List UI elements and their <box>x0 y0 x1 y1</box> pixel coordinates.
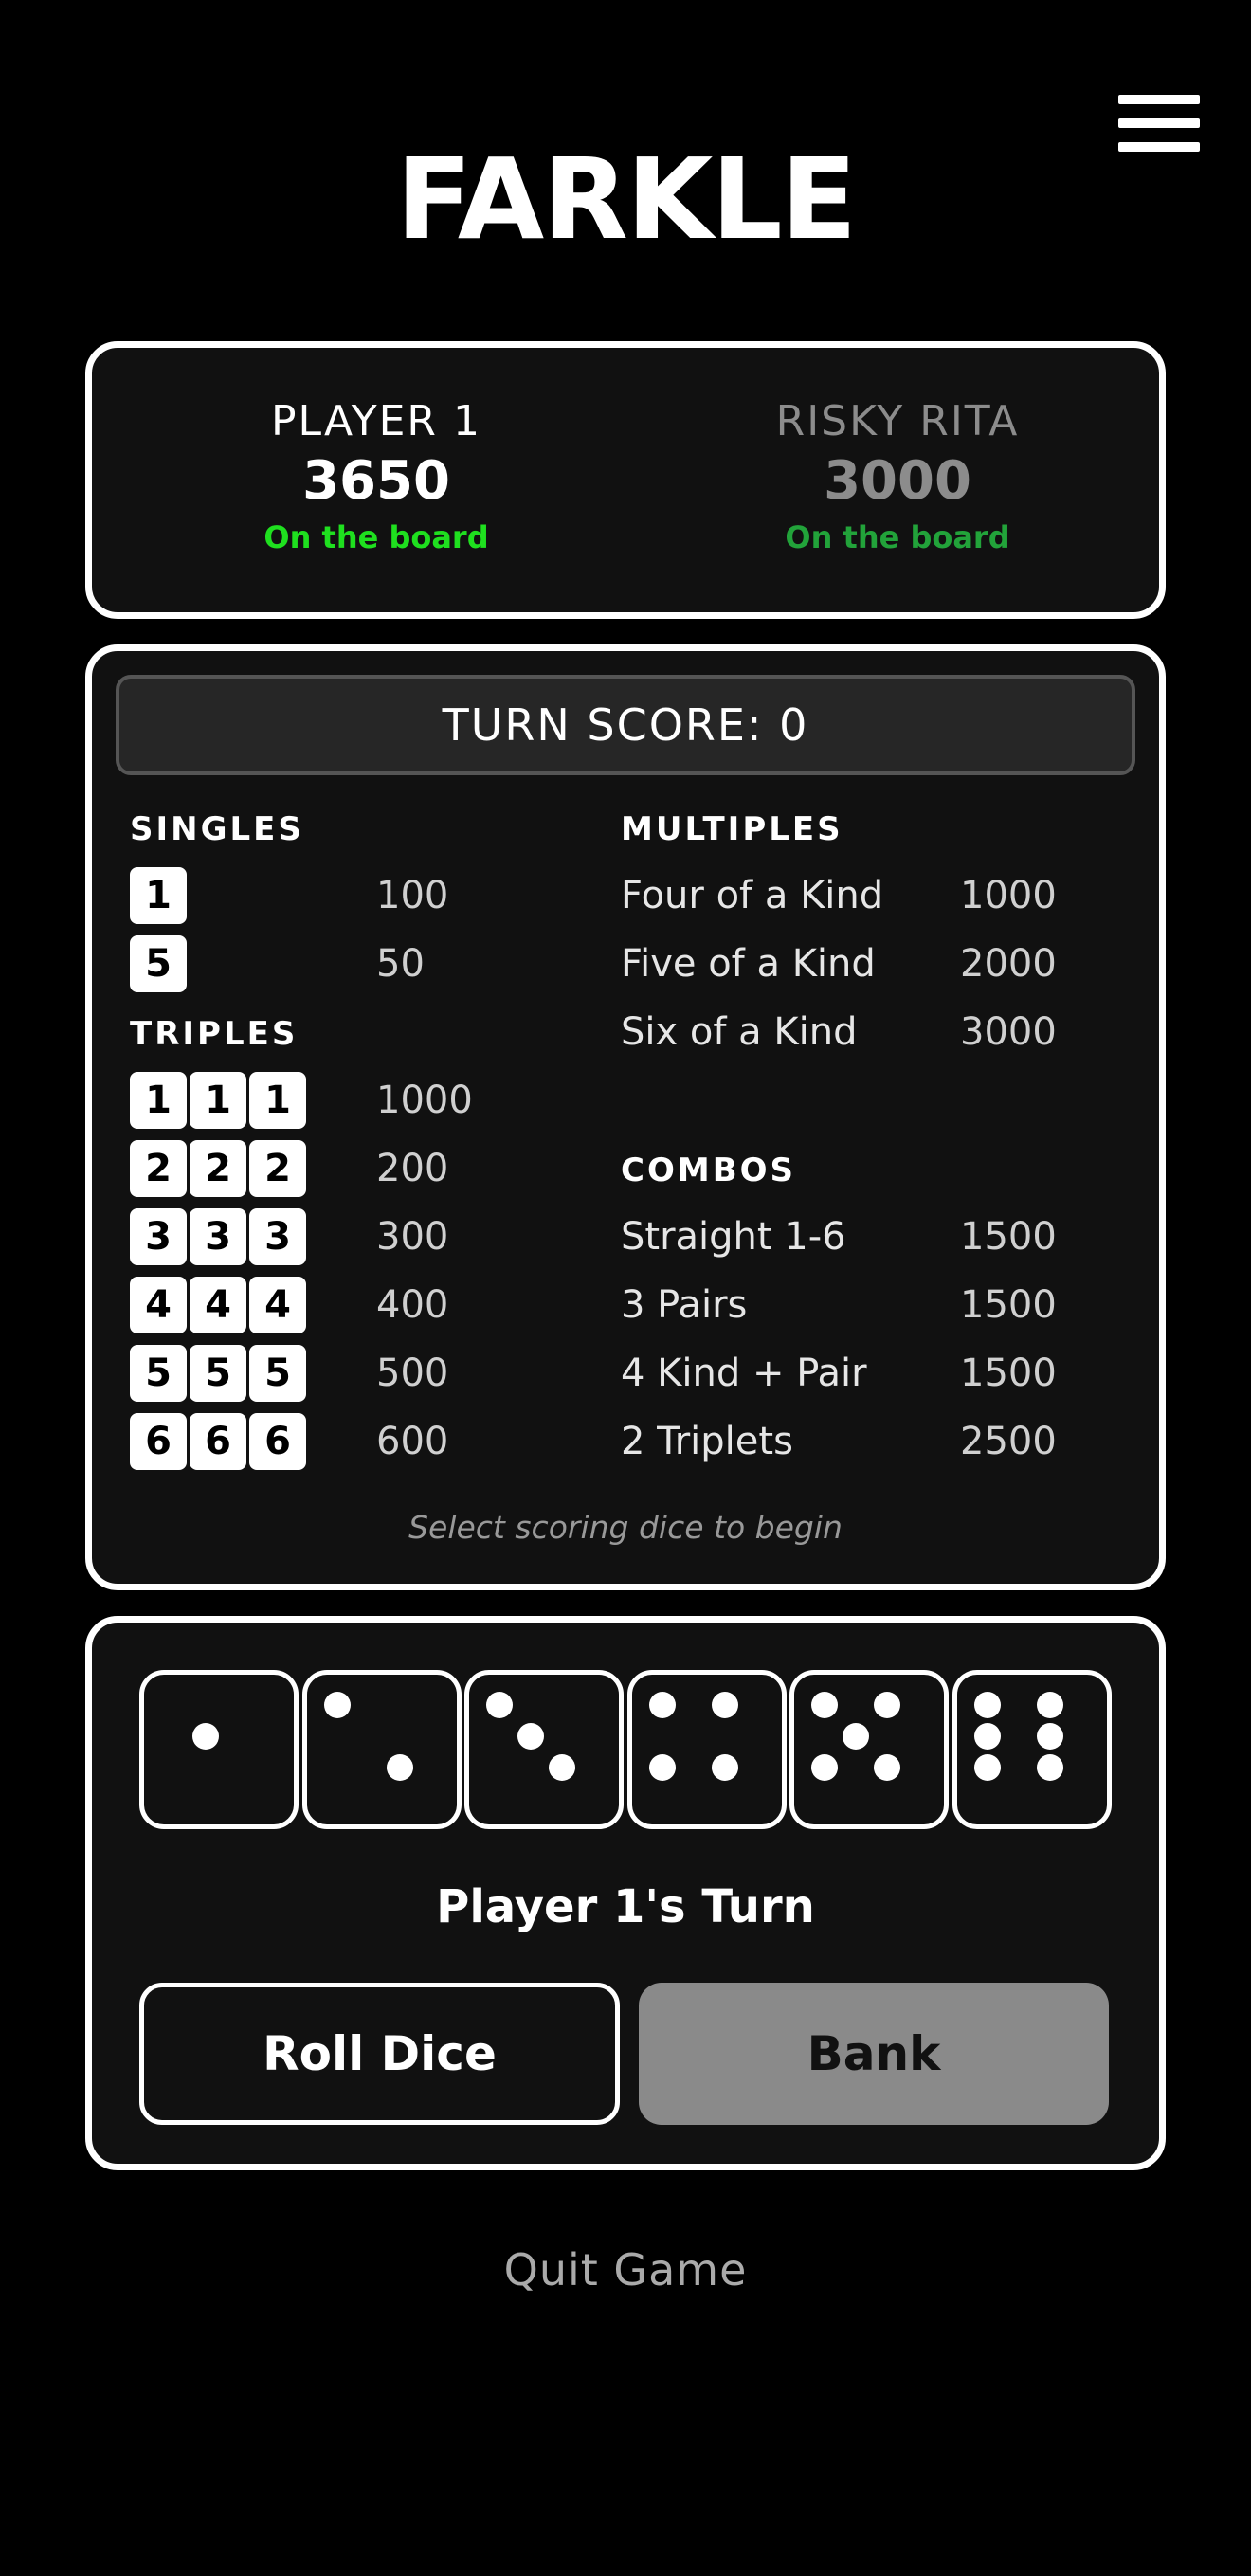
die-pip <box>874 1692 900 1718</box>
scoring-hint: Select scoring dice to begin <box>408 1509 843 1546</box>
score-die-face: 5 <box>130 1345 187 1402</box>
die-1[interactable] <box>139 1670 299 1829</box>
triples-points: 1000 <box>376 1079 473 1122</box>
combos-label: 2 Triplets <box>621 1420 793 1463</box>
die-4[interactable] <box>626 1670 787 1829</box>
score-die-face: 2 <box>249 1140 306 1197</box>
combos-points: 1500 <box>960 1283 1057 1327</box>
combos-label: 3 Pairs <box>621 1283 748 1327</box>
score-die-face: 1 <box>130 867 187 924</box>
triples-points: 500 <box>376 1351 449 1395</box>
score-die-face: 4 <box>190 1277 246 1333</box>
die-pip <box>549 1754 575 1781</box>
score-die-face: 4 <box>130 1277 187 1333</box>
turn-score: TURN SCORE: 0 <box>116 675 1135 775</box>
die-pip <box>874 1754 900 1781</box>
die-pip <box>517 1723 544 1750</box>
player-1-name: PLAYER 1 <box>271 397 481 445</box>
scoring-guide-panel: TURN SCORE: 0 SINGLES TRIPLES MULTIPLES … <box>85 644 1166 1590</box>
score-die-face: 2 <box>130 1140 187 1197</box>
die-pip <box>1036 1692 1063 1718</box>
die-pip <box>973 1723 1001 1750</box>
die-pip <box>386 1754 413 1781</box>
triples-heading: TRIPLES <box>130 1015 299 1053</box>
score-die-face: 3 <box>249 1208 306 1265</box>
player-1-status: On the board <box>263 519 489 555</box>
triples-points: 300 <box>376 1215 449 1259</box>
dice-panel: Player 1's Turn Roll Dice Bank <box>85 1616 1166 2170</box>
combos-label: 4 Kind + Pair <box>621 1351 867 1395</box>
player-1-score: 3650 <box>302 450 450 512</box>
multiples-label: Six of a Kind <box>621 1010 858 1054</box>
singles-heading: SINGLES <box>130 810 304 848</box>
combos-label: Straight 1-6 <box>621 1215 846 1259</box>
triples-points: 600 <box>376 1420 449 1463</box>
die-pip <box>843 1723 869 1750</box>
multiples-label: Four of a Kind <box>621 874 884 917</box>
score-die-face: 1 <box>190 1072 246 1129</box>
die-pip <box>811 1692 838 1718</box>
score-die-face: 3 <box>190 1208 246 1265</box>
die-pip <box>192 1723 219 1750</box>
score-die-face: 3 <box>130 1208 187 1265</box>
combos-heading: COMBOS <box>621 1152 796 1189</box>
multiples-points: 3000 <box>960 1010 1057 1054</box>
multiples-points: 1000 <box>960 874 1057 917</box>
player-2-status: On the board <box>785 519 1010 555</box>
bank-button[interactable]: Bank <box>639 1983 1109 2125</box>
score-die-face: 1 <box>130 1072 187 1129</box>
die-3[interactable] <box>464 1670 624 1829</box>
score-die-face: 1 <box>249 1072 306 1129</box>
die-6[interactable] <box>952 1670 1112 1829</box>
combos-points: 1500 <box>960 1351 1057 1395</box>
combos-points: 1500 <box>960 1215 1057 1259</box>
die-pip <box>711 1692 738 1718</box>
roll-dice-button[interactable]: Roll Dice <box>139 1983 620 2125</box>
player-2-score: 3000 <box>824 450 971 512</box>
quit-game-button[interactable]: Quit Game <box>0 2237 1251 2303</box>
scoreboard-panel: PLAYER 1 3650 On the board RISKY RITA 30… <box>85 341 1166 619</box>
score-die-face: 4 <box>249 1277 306 1333</box>
die-pip <box>973 1754 1001 1781</box>
die-pip <box>648 1754 676 1781</box>
score-die-face: 5 <box>130 935 187 992</box>
triples-points: 400 <box>376 1283 449 1327</box>
die-pip <box>811 1754 838 1781</box>
player-1-score-card: PLAYER 1 3650 On the board <box>139 348 613 558</box>
multiples-points: 2000 <box>960 942 1057 986</box>
page-title: FARKLE <box>395 134 858 264</box>
multiples-heading: MULTIPLES <box>621 810 843 848</box>
singles-points: 100 <box>376 874 449 917</box>
score-die-face: 2 <box>190 1140 246 1197</box>
score-die-face: 5 <box>249 1345 306 1402</box>
player-2-name: RISKY RITA <box>775 397 1020 445</box>
die-5[interactable] <box>789 1670 949 1829</box>
triples-points: 200 <box>376 1147 449 1190</box>
score-die-face: 6 <box>249 1413 306 1470</box>
die-pip <box>973 1692 1001 1718</box>
die-pip <box>486 1692 513 1718</box>
player-2-score-card: RISKY RITA 3000 On the board <box>661 348 1134 558</box>
die-2[interactable] <box>301 1670 462 1829</box>
multiples-label: Five of a Kind <box>621 942 876 986</box>
die-pip <box>323 1692 351 1718</box>
die-pip <box>648 1692 676 1718</box>
die-pip <box>711 1754 738 1781</box>
score-die-face: 6 <box>190 1413 246 1470</box>
turn-indicator: Player 1's Turn <box>436 1880 815 1933</box>
die-pip <box>1036 1723 1063 1750</box>
combos-points: 2500 <box>960 1420 1057 1463</box>
die-pip <box>1036 1754 1063 1781</box>
score-die-face: 6 <box>130 1413 187 1470</box>
score-die-face: 5 <box>190 1345 246 1402</box>
singles-points: 50 <box>376 942 425 986</box>
